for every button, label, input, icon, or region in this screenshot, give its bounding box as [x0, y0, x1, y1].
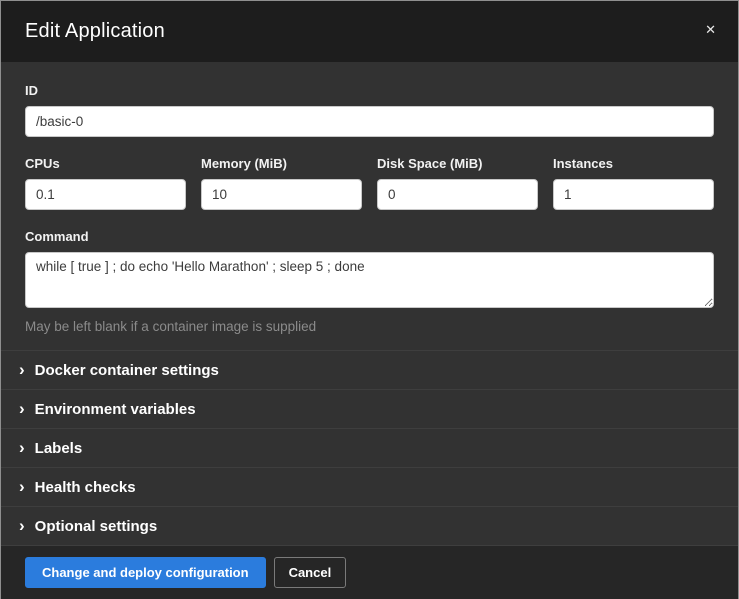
id-input[interactable]: [25, 106, 714, 137]
disk-label: Disk Space (MiB): [377, 156, 538, 171]
section-environment-variables[interactable]: › Environment variables: [1, 389, 738, 428]
section-label: Docker container settings: [35, 362, 219, 379]
memory-label: Memory (MiB): [201, 156, 362, 171]
resources-row: CPUs Memory (MiB) Disk Space (MiB) Insta…: [25, 156, 714, 210]
command-label: Command: [25, 229, 714, 244]
chevron-right-icon: ›: [19, 478, 25, 495]
modal-header: Edit Application ✕: [1, 1, 738, 62]
chevron-right-icon: ›: [19, 400, 25, 417]
id-field-group: ID: [25, 83, 714, 137]
section-label: Health checks: [35, 479, 136, 496]
chevron-right-icon: ›: [19, 439, 25, 456]
form-area: ID CPUs Memory (MiB) Disk Space (MiB) In: [1, 62, 738, 350]
command-field-group: Command while [ true ] ; do echo 'Hello …: [25, 229, 714, 334]
memory-input[interactable]: [201, 179, 362, 210]
cpus-input[interactable]: [25, 179, 186, 210]
instances-field-group: Instances: [553, 156, 714, 210]
command-textarea[interactable]: while [ true ] ; do echo 'Hello Marathon…: [25, 252, 714, 308]
section-labels[interactable]: › Labels: [1, 428, 738, 467]
section-docker-container-settings[interactable]: › Docker container settings: [1, 350, 738, 389]
id-label: ID: [25, 83, 714, 98]
cpus-label: CPUs: [25, 156, 186, 171]
accordion-sections: › Docker container settings › Environmen…: [1, 350, 738, 545]
section-health-checks[interactable]: › Health checks: [1, 467, 738, 506]
memory-field-group: Memory (MiB): [201, 156, 362, 210]
section-label: Labels: [35, 440, 83, 457]
modal-footer: Change and deploy configuration Cancel: [1, 545, 738, 599]
cpus-field-group: CPUs: [25, 156, 186, 210]
modal-title: Edit Application: [25, 20, 165, 43]
section-label: Optional settings: [35, 518, 158, 535]
section-optional-settings[interactable]: › Optional settings: [1, 506, 738, 545]
edit-application-modal: Edit Application ✕ ID CPUs Memory (MiB) …: [0, 0, 739, 599]
change-and-deploy-button[interactable]: Change and deploy configuration: [25, 557, 266, 588]
close-icon[interactable]: ✕: [705, 23, 716, 36]
instances-input[interactable]: [553, 179, 714, 210]
disk-input[interactable]: [377, 179, 538, 210]
disk-field-group: Disk Space (MiB): [377, 156, 538, 210]
modal-body: ID CPUs Memory (MiB) Disk Space (MiB) In: [1, 62, 738, 545]
chevron-right-icon: ›: [19, 517, 25, 534]
section-label: Environment variables: [35, 401, 196, 418]
cancel-button[interactable]: Cancel: [274, 557, 347, 588]
command-help-text: May be left blank if a container image i…: [25, 319, 714, 334]
instances-label: Instances: [553, 156, 714, 171]
chevron-right-icon: ›: [19, 361, 25, 378]
